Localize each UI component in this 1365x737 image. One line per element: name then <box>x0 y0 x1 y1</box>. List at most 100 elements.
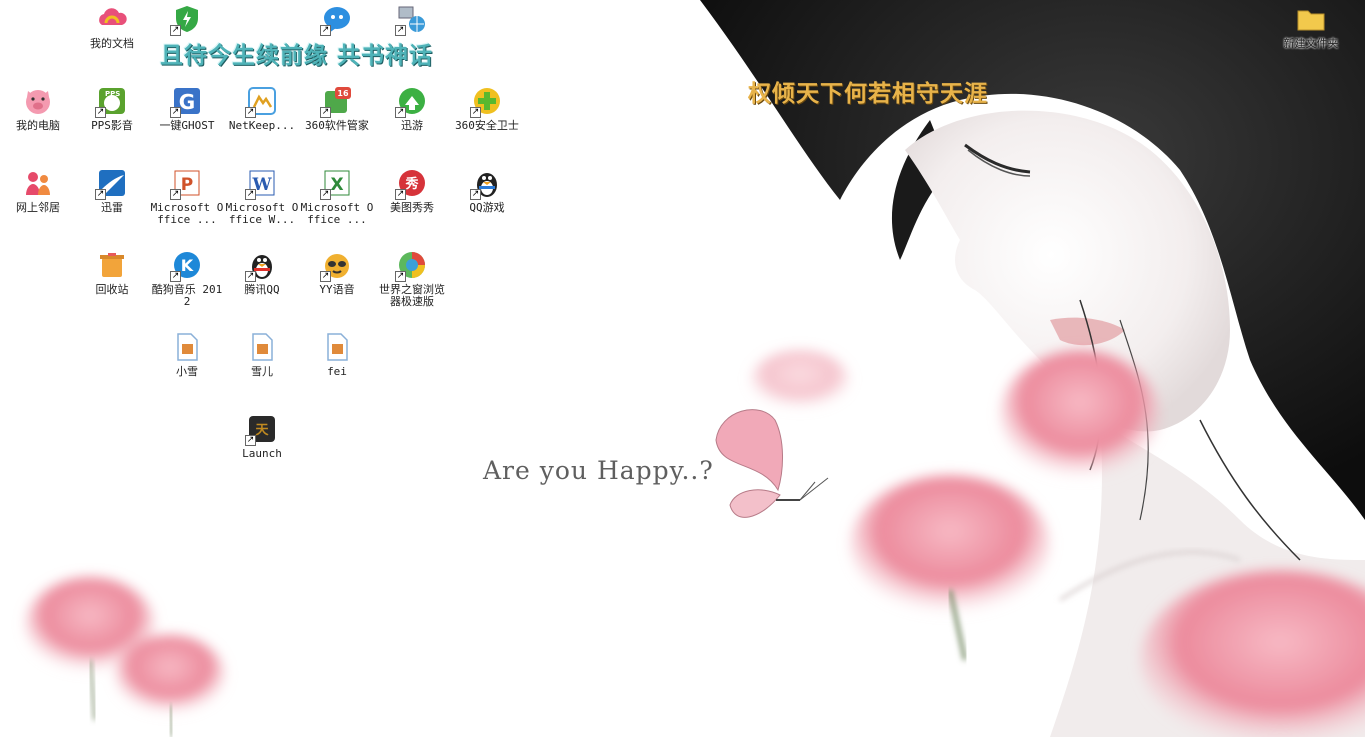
desktop-icon-label: 一键GHOST <box>159 119 215 132</box>
software-manager-icon: 16 ↗ <box>320 84 354 118</box>
desktop-icon[interactable]: 我的文档 <box>74 2 150 50</box>
desktop-icon[interactable]: 秀 ↗ 美图秀秀 <box>374 166 450 214</box>
shortcut-arrow-icon: ↗ <box>245 271 256 282</box>
ghost-g-icon: G ↗ <box>170 84 204 118</box>
network-globe-icon: ↗ <box>395 2 429 36</box>
shortcut-arrow-icon: ↗ <box>395 107 406 118</box>
desktop-icon[interactable]: ↗ QQ游戏 <box>449 166 525 214</box>
shortcut-arrow-icon: ↗ <box>395 25 406 36</box>
netkeeper-icon: ↗ <box>245 84 279 118</box>
green-shield-icon: ↗ <box>170 2 204 36</box>
desktop-icon-label: 回收站 <box>95 283 129 296</box>
desktop-icon-label: 我的文档 <box>90 37 134 50</box>
desktop-icon[interactable]: PPS ↗ PPS影音 <box>74 84 150 132</box>
desktop-icon[interactable]: ↗ <box>374 2 450 38</box>
shortcut-arrow-icon: ↗ <box>170 107 181 118</box>
svg-text:P: P <box>181 175 193 195</box>
desktop-icon-label: Microsoft Office W... <box>225 201 299 226</box>
green-arrow-icon: ↗ <box>395 84 429 118</box>
desktop-icon-label: fei <box>327 365 347 378</box>
yy-raccoon-icon: ↗ <box>320 248 354 282</box>
folder-icon <box>1294 2 1328 36</box>
svg-text:秀: 秀 <box>404 176 419 192</box>
excel-icon: X ↗ <box>320 166 354 200</box>
desktop-icon[interactable]: ↗ 世界之窗浏览器极速版 <box>374 248 450 308</box>
shortcut-arrow-icon: ↗ <box>95 189 106 200</box>
desktop-icon-label: PPS影音 <box>91 119 133 132</box>
shortcut-arrow-icon: ↗ <box>245 107 256 118</box>
plus-shield-icon: ↗ <box>470 84 504 118</box>
butterfly-decoration <box>715 409 829 518</box>
meitu-icon: 秀 ↗ <box>395 166 429 200</box>
svg-text:G: G <box>179 90 195 114</box>
desktop-icon[interactable]: ↗ NetKeep... <box>224 84 300 132</box>
shortcut-arrow-icon: ↗ <box>245 189 256 200</box>
shortcut-arrow-icon: ↗ <box>395 189 406 200</box>
wallpaper-caption-teal: 且待今生续前缘 共书神话 <box>160 43 434 69</box>
desktop-icon-label: 世界之窗浏览器极速版 <box>379 283 445 308</box>
svg-text:X: X <box>330 175 343 195</box>
desktop-icon-label: Microsoft Office ... <box>150 201 224 226</box>
desktop-icon[interactable]: ↗ <box>299 2 375 38</box>
wallpaper-caption-gold: 权倾天下何若相守天涯 <box>748 81 988 107</box>
desktop-icon[interactable]: ↗ <box>149 2 225 38</box>
desktop-icon[interactable]: ↗ 360安全卫士 <box>449 84 525 132</box>
shortcut-arrow-icon: ↗ <box>320 107 331 118</box>
desktop-icon[interactable]: K ↗ 酷狗音乐 2012 <box>149 248 225 308</box>
desktop-icon[interactable]: 雪儿 <box>224 330 300 378</box>
shortcut-arrow-icon: ↗ <box>320 271 331 282</box>
desktop-icon[interactable]: fei <box>299 330 375 378</box>
shortcut-arrow-icon: ↗ <box>470 189 481 200</box>
desktop-icon-label: 美图秀秀 <box>390 201 434 214</box>
wallpaper-caption-english: Are you Happy..? <box>483 456 714 485</box>
blue-bubble-icon: ↗ <box>320 2 354 36</box>
shortcut-arrow-icon: ↗ <box>170 189 181 200</box>
shortcut-arrow-icon: ↗ <box>170 25 181 36</box>
thunder-bird-icon: ↗ <box>95 166 129 200</box>
browser-globe-icon: ↗ <box>395 248 429 282</box>
svg-text:16: 16 <box>337 89 349 98</box>
desktop-icon[interactable]: ↗ 腾讯QQ <box>224 248 300 296</box>
desktop-icon-label: 360软件管家 <box>305 119 369 132</box>
desktop-icon-label: QQ游戏 <box>469 201 505 214</box>
desktop-icon[interactable]: W ↗ Microsoft Office W... <box>224 166 300 226</box>
desktop-icon-label: 雪儿 <box>251 365 273 378</box>
shortcut-arrow-icon: ↗ <box>320 25 331 36</box>
svg-text:PPS: PPS <box>105 90 120 98</box>
shortcut-arrow-icon: ↗ <box>470 107 481 118</box>
document-icon <box>170 330 204 364</box>
desktop-icon[interactable]: 我的电脑 <box>0 84 76 132</box>
desktop-icon[interactable]: ↗ YY语音 <box>299 248 375 296</box>
colorful-cloud-icon <box>95 2 129 36</box>
desktop-icon[interactable]: ↗ 迅游 <box>374 84 450 132</box>
shortcut-arrow-icon: ↗ <box>245 435 256 446</box>
shortcut-arrow-icon: ↗ <box>95 107 106 118</box>
desktop-icon[interactable]: 16 ↗ 360软件管家 <box>299 84 375 132</box>
desktop-icon-label: 腾讯QQ <box>244 283 280 296</box>
shortcut-arrow-icon: ↗ <box>395 271 406 282</box>
desktop-icon[interactable]: G ↗ 一键GHOST <box>149 84 225 132</box>
desktop-icon[interactable]: 新建文件夹 <box>1273 2 1349 50</box>
desktop-icon-label: 我的电脑 <box>16 119 60 132</box>
desktop-icon[interactable]: 天 ↗ Launch <box>224 412 300 460</box>
document-icon <box>245 330 279 364</box>
desktop-icon[interactable]: 小雪 <box>149 330 225 378</box>
penguin-icon: ↗ <box>245 248 279 282</box>
people-icon <box>21 166 55 200</box>
kugou-icon: K ↗ <box>170 248 204 282</box>
desktop-icon-label: NetKeep... <box>228 119 296 132</box>
desktop-icon[interactable]: X ↗ Microsoft Office ... <box>299 166 375 226</box>
shortcut-arrow-icon: ↗ <box>170 271 181 282</box>
desktop-icon[interactable]: P ↗ Microsoft Office ... <box>149 166 225 226</box>
desktop-icon[interactable]: 回收站 <box>74 248 150 296</box>
desktop-icon-label: Launch <box>242 447 282 460</box>
desktop-icon-label: YY语音 <box>319 283 355 296</box>
svg-text:K: K <box>181 256 194 275</box>
desktop-icon-label: 酷狗音乐 2012 <box>151 283 223 308</box>
desktop-icon-label: 迅游 <box>401 119 423 132</box>
powerpoint-icon: P ↗ <box>170 166 204 200</box>
svg-text:天: 天 <box>255 423 269 438</box>
desktop-icon-label: 360安全卫士 <box>455 119 519 132</box>
desktop-icon[interactable]: ↗ 迅雷 <box>74 166 150 214</box>
desktop-icon[interactable]: 网上邻居 <box>0 166 76 214</box>
